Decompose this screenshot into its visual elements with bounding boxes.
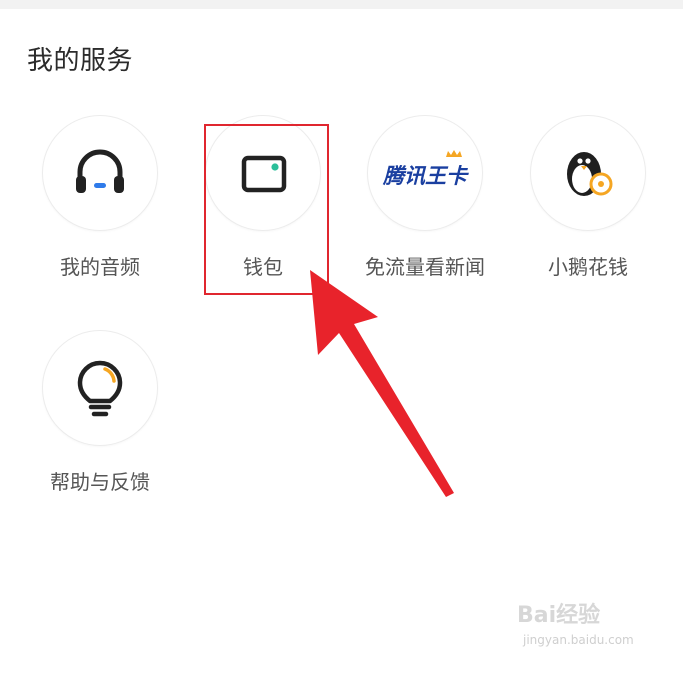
watermark-brand: Bai经验: [517, 603, 601, 628]
baidu-jingyan-watermark: Bai经验 jingyan.baidu.com: [517, 597, 647, 657]
watermark-site: jingyan.baidu.com: [523, 633, 634, 647]
annotation-arrow: [310, 270, 454, 497]
